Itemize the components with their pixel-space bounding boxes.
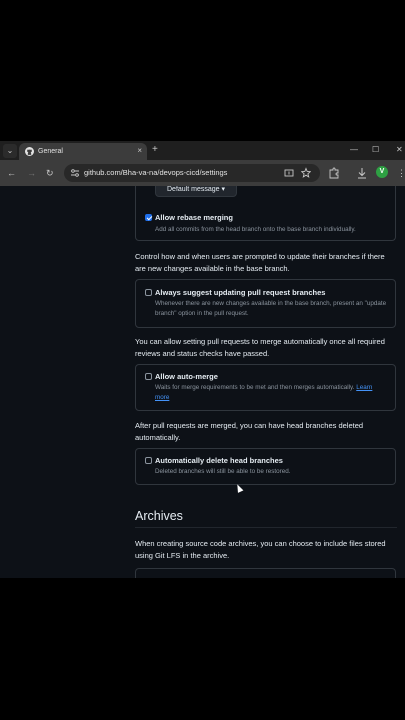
- github-icon: [25, 147, 34, 156]
- browser-menu-button[interactable]: ⋮: [397, 166, 405, 180]
- rebase-merging-checkbox[interactable]: [145, 214, 152, 221]
- back-button[interactable]: ←: [7, 166, 16, 180]
- install-app-icon[interactable]: [284, 167, 294, 179]
- url-text: github.com/Bha-va-na/devops-cicd/setting…: [84, 168, 228, 177]
- rebase-merging-desc: Add all commits from the head branch ont…: [155, 226, 356, 233]
- archives-options-box: [135, 568, 396, 578]
- forward-button[interactable]: →: [27, 166, 36, 180]
- default-message-dropdown[interactable]: Default message ▾: [155, 186, 237, 197]
- reload-button[interactable]: ↻: [46, 166, 54, 180]
- minimize-button[interactable]: —: [350, 143, 358, 157]
- archives-divider: [135, 527, 397, 528]
- profile-avatar[interactable]: V: [376, 166, 388, 178]
- new-tab-button[interactable]: +: [152, 143, 158, 157]
- tab-title: General: [38, 148, 63, 155]
- maximize-button[interactable]: ☐: [372, 143, 379, 157]
- delete-branch-checkbox[interactable]: [145, 457, 152, 464]
- rebase-merging-label: Allow rebase merging: [155, 213, 233, 222]
- address-bar[interactable]: github.com/Bha-va-na/devops-cicd/setting…: [64, 164, 320, 182]
- tab-strip: ⌄ General × + — ☐ ✕: [0, 141, 405, 160]
- delete-branch-description: After pull requests are merged, you can …: [135, 421, 364, 442]
- archives-heading: Archives: [135, 509, 183, 523]
- window-close-button[interactable]: ✕: [396, 143, 403, 157]
- bookmark-star-icon[interactable]: [301, 167, 311, 179]
- site-info-icon[interactable]: [70, 167, 80, 179]
- download-icon[interactable]: [356, 166, 368, 180]
- tab-general[interactable]: General ×: [19, 143, 147, 160]
- tab-close-icon[interactable]: ×: [137, 145, 142, 157]
- browser-window: ⌄ General × + — ☐ ✕ ← → ↻ github.com/Bha…: [0, 141, 405, 578]
- browser-toolbar: ← → ↻ github.com/Bha-va-na/devops-cicd/s…: [0, 160, 405, 186]
- auto-merge-desc: Waits for merge requirements to be met a…: [155, 384, 373, 401]
- archives-description: When creating source code archives, you …: [135, 539, 386, 560]
- tab-search-button[interactable]: ⌄: [3, 144, 17, 158]
- delete-branch-desc: Deleted branches will still be able to b…: [155, 468, 291, 475]
- suggest-update-label: Always suggest updating pull request bra…: [155, 288, 326, 297]
- suggest-update-checkbox[interactable]: [145, 289, 152, 296]
- suggest-update-desc: Whenever there are new changes available…: [155, 300, 387, 317]
- extensions-icon[interactable]: [328, 166, 340, 180]
- auto-merge-checkbox[interactable]: [145, 373, 152, 380]
- delete-branch-label: Automatically delete head branches: [155, 456, 283, 465]
- update-branch-description: Control how and when users are prompted …: [135, 252, 385, 273]
- auto-merge-label: Allow auto-merge: [155, 372, 218, 381]
- settings-content: Default message ▾ Allow rebase merging A…: [0, 186, 405, 578]
- auto-merge-description: You can allow setting pull requests to m…: [135, 337, 385, 358]
